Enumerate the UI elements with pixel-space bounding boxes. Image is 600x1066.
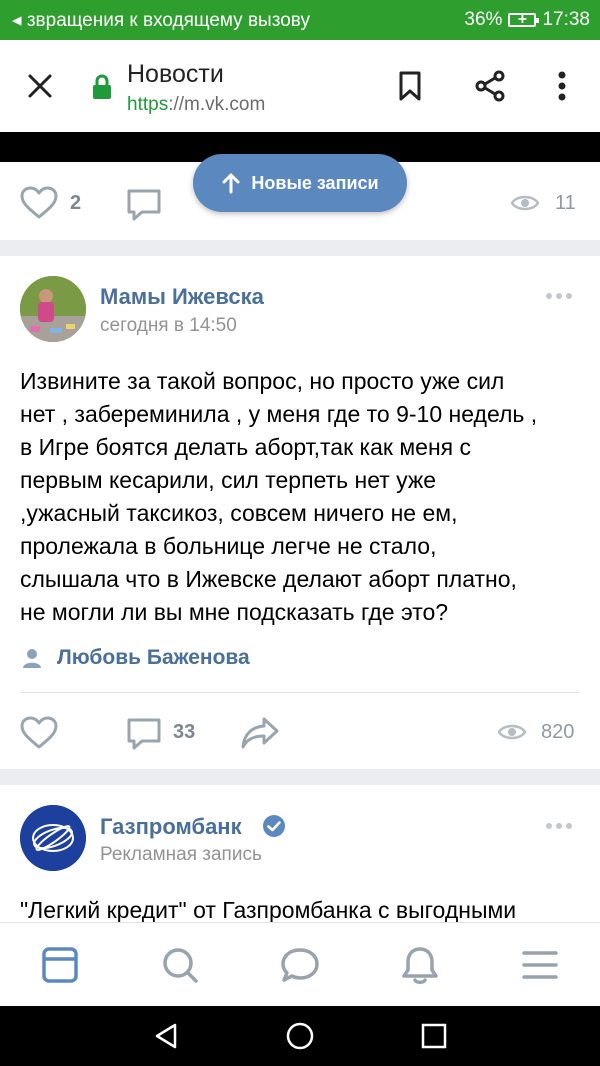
back-arrow-icon: ◂ bbox=[12, 10, 27, 31]
post-menu-button[interactable] bbox=[546, 293, 572, 299]
views-indicator bbox=[510, 193, 540, 218]
person-icon bbox=[22, 648, 42, 673]
browser-toolbar: Новости https://m.vk.com bbox=[0, 40, 600, 133]
views-count: 820 bbox=[541, 721, 575, 743]
more-vertical-icon bbox=[558, 71, 566, 101]
battery-icon: + bbox=[508, 11, 540, 28]
bell-icon bbox=[402, 947, 438, 984]
post-text: Извините за такой вопрос, но просто уже … bbox=[20, 368, 538, 625]
post-author[interactable]: Мамы Ижевска bbox=[100, 284, 264, 310]
eye-icon bbox=[497, 724, 527, 740]
system-home-button[interactable] bbox=[286, 1022, 314, 1055]
nav-notifications[interactable] bbox=[396, 941, 444, 989]
views-indicator bbox=[497, 722, 527, 747]
verified-icon bbox=[262, 814, 286, 843]
system-navigation-bar bbox=[0, 1006, 600, 1066]
lock-icon bbox=[93, 74, 111, 99]
like-count: 2 bbox=[70, 192, 82, 214]
avatar[interactable] bbox=[20, 805, 86, 871]
heart-icon bbox=[20, 186, 58, 219]
share-icon bbox=[475, 70, 505, 102]
clock: 17:38 bbox=[542, 9, 590, 30]
comment-button[interactable] bbox=[126, 188, 162, 227]
share-button[interactable] bbox=[466, 62, 514, 110]
like-button[interactable] bbox=[20, 716, 58, 755]
nav-search[interactable] bbox=[156, 941, 204, 989]
post-menu-button[interactable] bbox=[546, 823, 572, 829]
views-count: 11 bbox=[555, 192, 576, 214]
nav-menu[interactable] bbox=[516, 941, 564, 989]
new-posts-label: Новые записи bbox=[251, 172, 379, 193]
messages-icon bbox=[281, 948, 319, 982]
bookmark-icon bbox=[399, 71, 421, 101]
notification-text: звращения к входящему вызову bbox=[26, 10, 310, 31]
post-separator bbox=[0, 769, 600, 785]
post-separator bbox=[0, 240, 600, 256]
divider bbox=[20, 692, 580, 693]
close-button[interactable] bbox=[16, 62, 64, 110]
post-author[interactable]: Газпромбанк bbox=[100, 814, 242, 840]
status-bar: ◂ звращения к входящему вызову 36% + 17:… bbox=[0, 0, 600, 40]
more-menu-button[interactable] bbox=[538, 62, 586, 110]
comment-icon bbox=[127, 189, 161, 221]
recents-square-icon bbox=[421, 1023, 447, 1049]
news-feed-icon bbox=[42, 947, 78, 983]
status-right: 36% + 17:38 bbox=[464, 9, 590, 31]
nav-news[interactable] bbox=[36, 941, 84, 989]
post-signer[interactable]: Любовь Баженова bbox=[57, 646, 250, 670]
bottom-navigation bbox=[0, 922, 600, 1007]
share-post-button[interactable] bbox=[240, 716, 280, 755]
url-host: ://m.vk.com bbox=[168, 94, 266, 115]
comment-icon bbox=[127, 718, 161, 750]
bookmark-button[interactable] bbox=[386, 62, 434, 110]
system-back-button[interactable] bbox=[152, 1022, 180, 1055]
new-posts-button[interactable]: Новые записи bbox=[193, 154, 407, 212]
battery-percent: 36% bbox=[464, 9, 503, 30]
gazprombank-logo-icon bbox=[20, 805, 86, 871]
url-scheme: https bbox=[127, 94, 169, 115]
hamburger-menu-icon bbox=[522, 951, 558, 979]
heart-icon bbox=[20, 716, 58, 749]
url-text[interactable]: https://m.vk.com bbox=[127, 94, 265, 116]
post-time[interactable]: сегодня в 14:50 bbox=[100, 315, 237, 337]
share-arrow-icon bbox=[241, 717, 279, 749]
home-circle-icon bbox=[286, 1022, 314, 1050]
like-button[interactable] bbox=[20, 186, 58, 225]
status-notification[interactable]: ◂ звращения к входящему вызову bbox=[12, 9, 310, 32]
comment-button[interactable] bbox=[126, 717, 162, 756]
nav-messages[interactable] bbox=[276, 941, 324, 989]
arrow-up-icon bbox=[222, 173, 240, 194]
page-title: Новости bbox=[127, 60, 224, 88]
back-triangle-icon bbox=[155, 1023, 177, 1049]
comment-count: 33 bbox=[173, 721, 196, 743]
avatar-image bbox=[20, 276, 86, 342]
post-subtitle: Рекламная запись bbox=[100, 844, 262, 865]
close-icon bbox=[28, 74, 52, 98]
avatar[interactable] bbox=[20, 276, 86, 342]
eye-icon bbox=[510, 195, 540, 211]
system-recents-button[interactable] bbox=[420, 1022, 448, 1055]
search-icon bbox=[163, 948, 198, 983]
